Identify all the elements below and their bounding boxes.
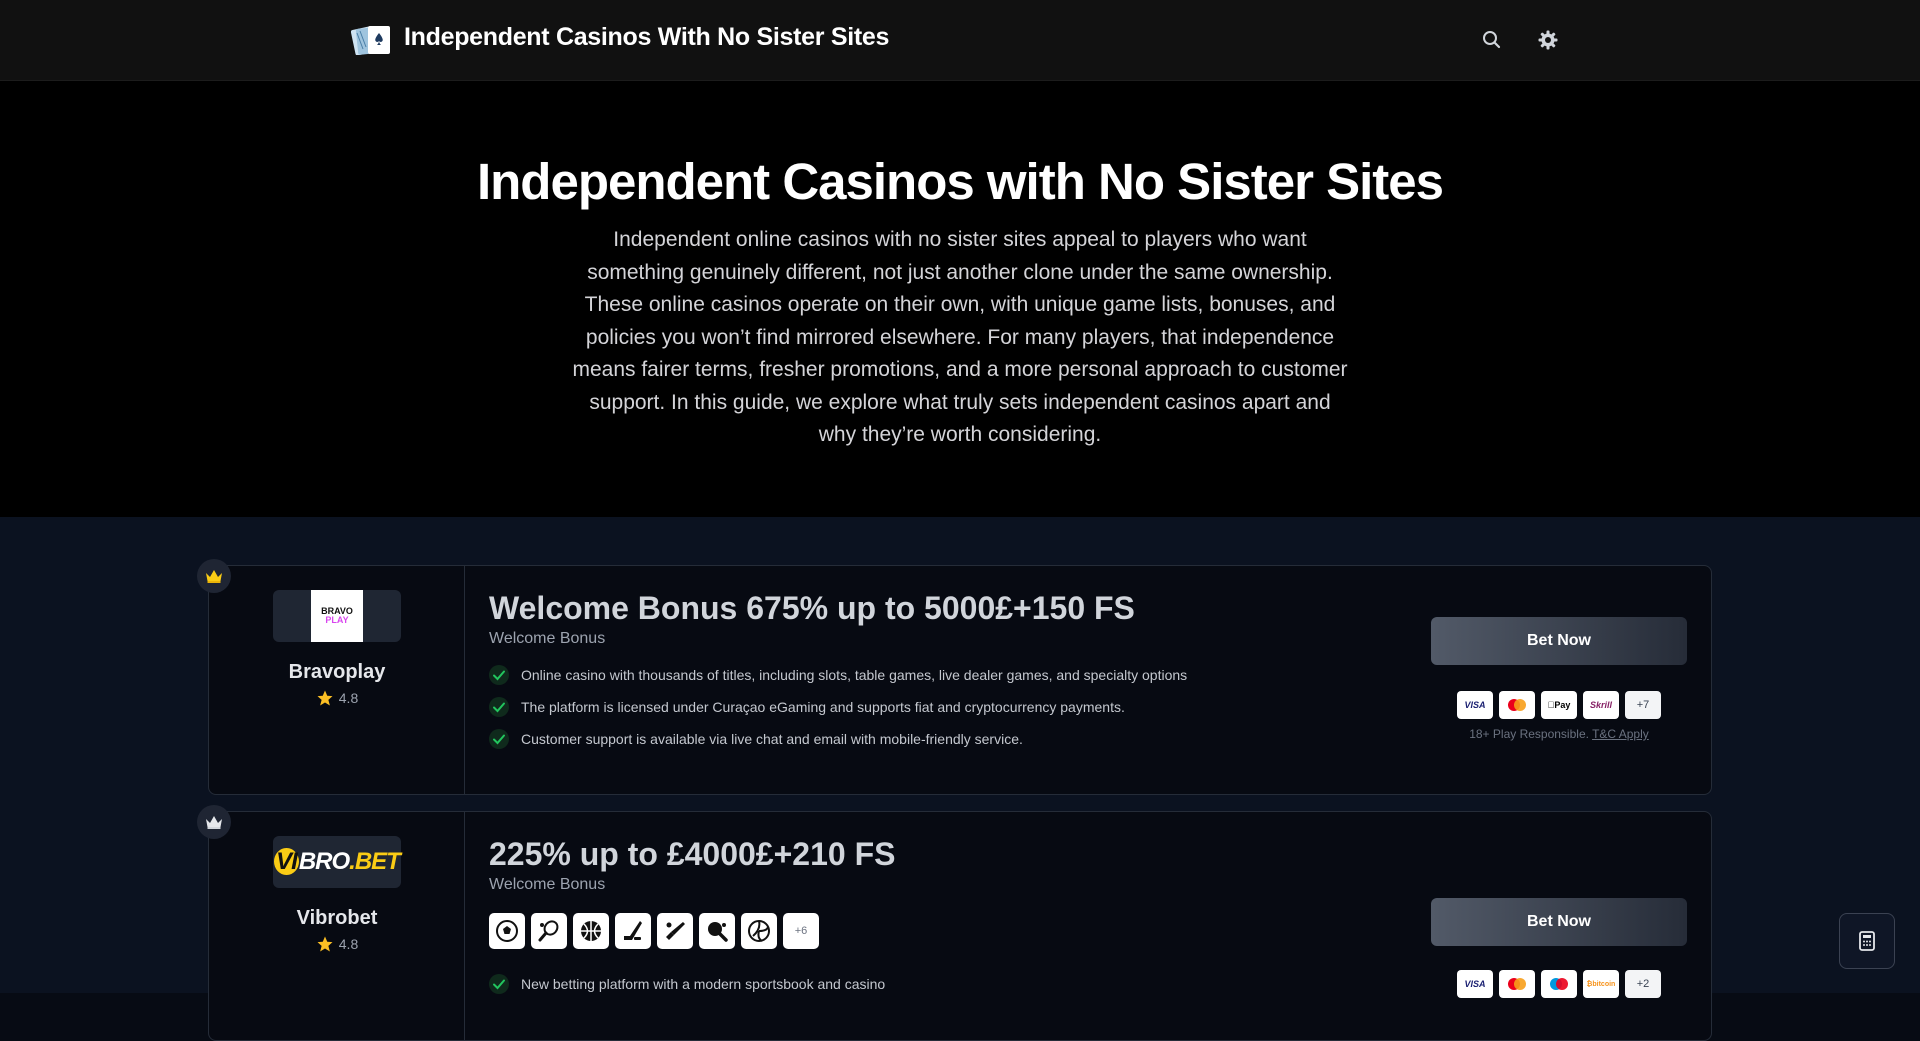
sports-list: +6	[489, 913, 819, 949]
apple-pay-icon: Pay	[1541, 691, 1577, 719]
feature-text: The platform is licensed under Curaçao e…	[521, 699, 1125, 715]
site-logo-icon[interactable]	[350, 25, 392, 56]
volleyball-icon	[741, 913, 777, 949]
site-title[interactable]: Independent Casinos With No Sister Sites	[404, 23, 889, 52]
casino-listings: BRAVO PLAY Bravoplay 4.8 Welcome Bonus 67…	[0, 517, 1920, 1041]
rating-value: 4.8	[338, 936, 359, 952]
feature-text: Customer support is available via live c…	[521, 731, 1023, 747]
more-payments-badge[interactable]: +2	[1625, 970, 1661, 998]
bravoplay-logo: BRAVO PLAY	[311, 590, 363, 642]
crown-icon	[197, 805, 231, 839]
feature-list: Online casino with thousands of titles, …	[489, 659, 1187, 755]
check-icon	[489, 729, 509, 749]
payment-methods: VISA ₿bitcoin +2	[1457, 970, 1661, 998]
soccer-icon	[489, 913, 525, 949]
gear-icon[interactable]	[1536, 28, 1560, 52]
maestro-icon	[1541, 970, 1577, 998]
calculator-icon[interactable]	[1839, 913, 1895, 969]
site-header: Independent Casinos With No Sister Sites	[0, 0, 1920, 81]
offer-title: 225% up to £4000£+210 FS	[489, 836, 896, 872]
offer-title: Welcome Bonus 675% up to 5000£+150 FS	[489, 590, 1135, 626]
feature-text: Online casino with thousands of titles, …	[521, 667, 1188, 683]
table-tennis-icon	[699, 913, 735, 949]
check-icon	[489, 974, 509, 994]
casino-logo[interactable]: VIBRO.BET	[273, 836, 401, 888]
hockey-icon	[615, 913, 651, 949]
rating-value: 4.8	[338, 690, 359, 706]
vibrobet-logo: VIBRO.BET	[274, 848, 401, 875]
star-icon	[317, 936, 333, 952]
casino-card: VIBRO.BET Vibrobet 4.8 225% up to £4000£…	[197, 805, 1712, 1041]
check-icon	[489, 665, 509, 685]
offer-subtitle: Welcome Bonus	[489, 876, 606, 893]
visa-icon: VISA	[1457, 970, 1493, 998]
casino-rating: 4.8	[209, 689, 465, 707]
skrill-icon: Skrill	[1583, 691, 1619, 719]
responsible-gambling-note: 18+ Play Responsible. T&C Apply	[1469, 727, 1649, 741]
feature-item: Online casino with thousands of titles, …	[489, 659, 1187, 691]
feature-item: Customer support is available via live c…	[489, 723, 1187, 755]
feature-item: New betting platform with a modern sport…	[489, 968, 885, 1000]
star-icon	[317, 690, 333, 706]
feature-item: The platform is licensed under Curaçao e…	[489, 691, 1187, 723]
casino-brand-panel: VIBRO.BET Vibrobet 4.8	[197, 805, 465, 1040]
page-title: Independent Casinos with No Sister Sites	[476, 153, 1444, 210]
terms-link[interactable]: T&C Apply	[1592, 727, 1649, 741]
mastercard-icon	[1499, 691, 1535, 719]
more-payments-badge[interactable]: +7	[1625, 691, 1661, 719]
bet-now-button[interactable]: Bet Now	[1431, 898, 1687, 946]
feature-list: New betting platform with a modern sport…	[489, 968, 885, 1000]
feature-text: New betting platform with a modern sport…	[521, 976, 886, 992]
casino-logo[interactable]: BRAVO PLAY	[273, 590, 401, 642]
hero-section: Independent Casinos with No Sister Sites…	[0, 81, 1920, 517]
intro-paragraph: Independent online casinos with no siste…	[572, 228, 1348, 446]
mastercard-icon	[1499, 970, 1535, 998]
visa-icon: VISA	[1457, 691, 1493, 719]
check-icon	[489, 697, 509, 717]
tennis-icon	[531, 913, 567, 949]
search-icon[interactable]	[1480, 28, 1504, 52]
crown-icon	[197, 559, 231, 593]
cricket-icon	[657, 913, 693, 949]
casino-brand-panel: BRAVO PLAY Bravoplay 4.8	[197, 559, 465, 794]
more-sports-badge[interactable]: +6	[783, 913, 819, 949]
payment-methods: VISA Pay Skrill +7	[1457, 691, 1661, 719]
offer-subtitle: Welcome Bonus	[489, 630, 606, 647]
basketball-icon	[573, 913, 609, 949]
casino-name[interactable]: Bravoplay	[209, 661, 465, 684]
bitcoin-icon: ₿bitcoin	[1583, 970, 1619, 998]
casino-name[interactable]: Vibrobet	[209, 907, 465, 930]
bet-now-button[interactable]: Bet Now	[1431, 617, 1687, 665]
casino-rating: 4.8	[209, 935, 465, 953]
casino-card: BRAVO PLAY Bravoplay 4.8 Welcome Bonus 67…	[197, 559, 1712, 795]
